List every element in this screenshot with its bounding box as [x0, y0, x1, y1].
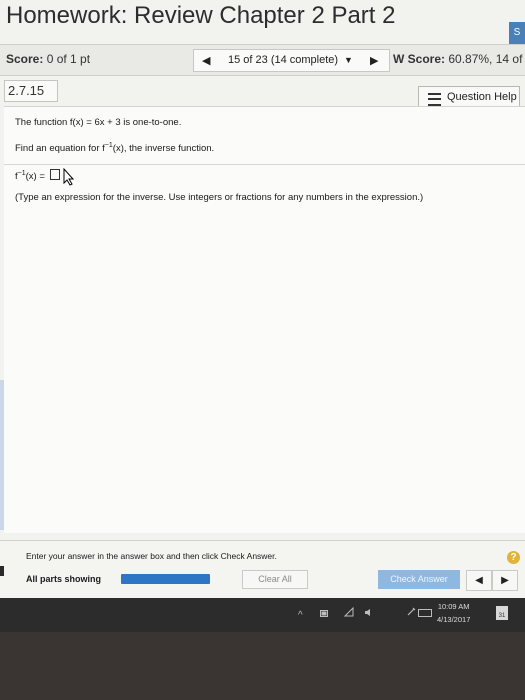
browser-content: Homework: Review Chapter 2 Part 2 S Scor…	[0, 0, 525, 598]
chevron-down-icon[interactable]: ▼	[344, 55, 353, 65]
help-icon[interactable]: ?	[507, 551, 520, 564]
page-title: Homework: Review Chapter 2 Part 2	[6, 2, 396, 29]
progress-bar	[121, 574, 210, 584]
taskbar: ^ 10:09 AM 4/13/2017 31	[0, 598, 525, 632]
instruction-text: (Type an expression for the inverse. Use…	[15, 192, 424, 203]
volume-icon[interactable]	[364, 608, 374, 620]
clock[interactable]: 10:09 AM 4/13/2017	[437, 600, 470, 626]
left-edge-strip	[0, 380, 4, 530]
question-number: 2.7.15	[4, 80, 58, 102]
battery-icon[interactable]	[320, 609, 329, 620]
answer-input[interactable]	[49, 169, 60, 180]
clear-all-button[interactable]: Clear All	[242, 570, 308, 589]
question-help-button[interactable]: Question Help	[418, 86, 520, 108]
next-part-button[interactable]: ▶	[492, 570, 518, 591]
prev-question-icon[interactable]: ◀	[202, 54, 210, 67]
answer-row: f−1(x) =	[15, 169, 60, 182]
homework-score: W Score: 60.87%, 14 of 2	[393, 52, 525, 66]
next-question-icon[interactable]: ▶	[370, 54, 378, 67]
divider	[4, 164, 525, 165]
corner-button[interactable]: S	[509, 22, 525, 44]
question-score: Score: 0 of 1 pt	[6, 52, 91, 66]
pen-icon[interactable]	[406, 607, 416, 620]
left-edge-marker	[0, 566, 4, 576]
menu-icon	[428, 93, 441, 106]
question-progress: 15 of 23 (14 complete)	[228, 54, 339, 66]
footer-prompt: Enter your answer in the answer box and …	[26, 551, 277, 561]
notification-icon[interactable]: 31	[496, 606, 508, 620]
keyboard-icon[interactable]	[418, 609, 432, 620]
wifi-icon[interactable]	[343, 606, 354, 620]
check-answer-button[interactable]: Check Answer	[378, 570, 460, 589]
answer-footer: Enter your answer in the answer box and …	[0, 540, 525, 598]
question-area: The function f(x) = 6x + 3 is one-to-one…	[4, 106, 525, 533]
question-text-line2: Find an equation for f−1(x), the inverse…	[15, 142, 215, 155]
question-navigator[interactable]: ◀ 15 of 23 (14 complete) ▼ ▶	[193, 49, 390, 72]
mouse-cursor-icon	[63, 168, 75, 186]
prev-part-button[interactable]: ◀	[466, 570, 492, 591]
parts-label: All parts showing	[26, 574, 102, 584]
score-bar: Score: 0 of 1 pt ◀ 15 of 23 (14 complete…	[0, 44, 525, 76]
monitor-bezel	[0, 632, 525, 700]
question-text-line1: The function f(x) = 6x + 3 is one-to-one…	[15, 117, 182, 128]
chevron-up-icon[interactable]: ^	[298, 610, 303, 621]
